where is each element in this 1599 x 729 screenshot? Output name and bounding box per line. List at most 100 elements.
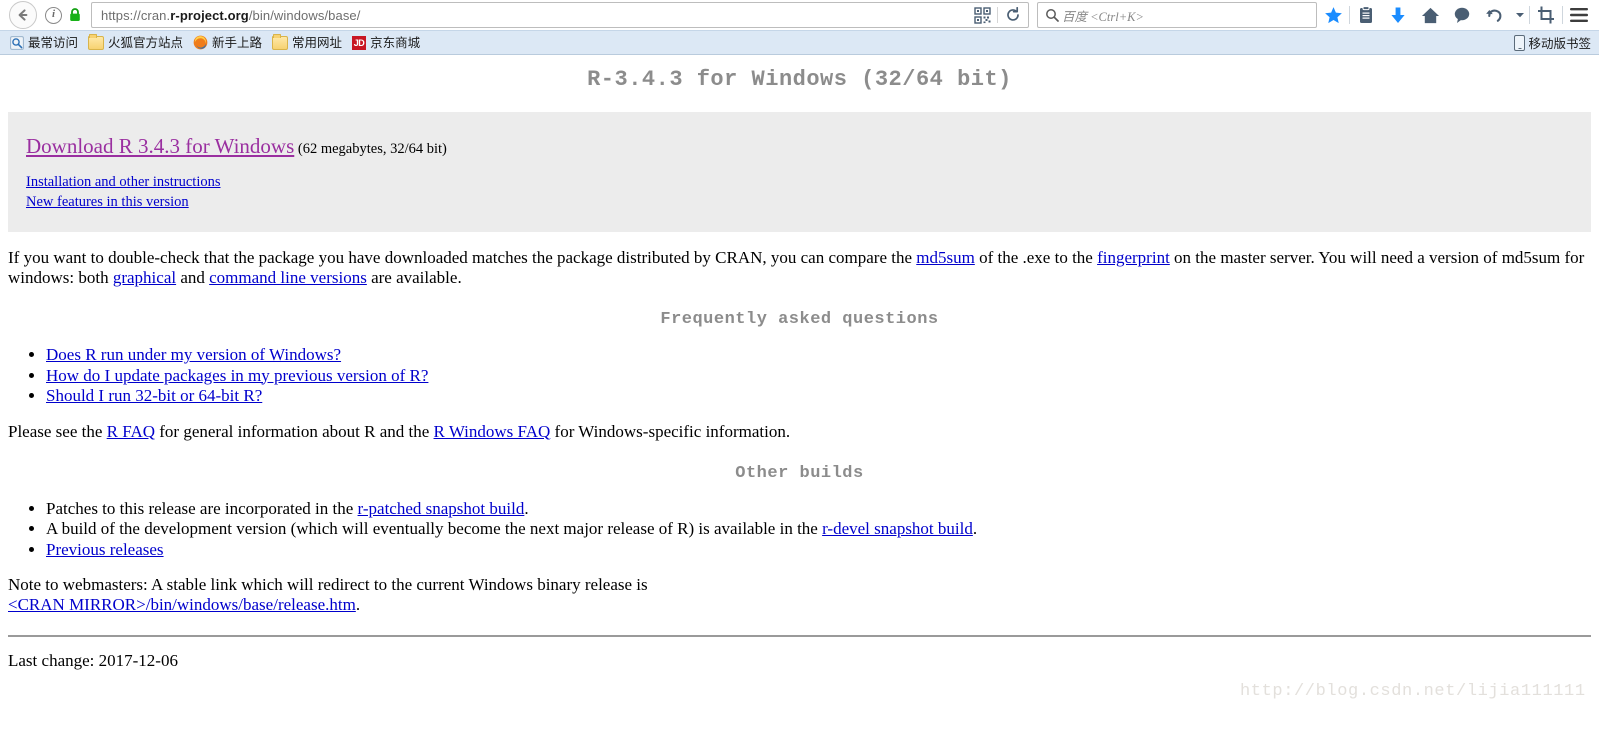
hamburger-menu-icon — [1570, 8, 1588, 22]
faq-text-part-3: for Windows-specific information. — [550, 421, 791, 441]
undo-history-icon — [1485, 9, 1501, 22]
md5-paragraph: If you want to double-check that the pac… — [8, 248, 1591, 288]
r-windows-faq-link[interactable]: R Windows FAQ — [434, 422, 551, 441]
list-item: A build of the development version (whic… — [46, 519, 1591, 539]
bookmark-common-sites[interactable]: 常用网址 — [268, 33, 348, 51]
qr-code-button[interactable] — [967, 3, 997, 27]
url-bar-tools — [967, 3, 1028, 27]
bookmarks-bar: 最常访问 火狐官方站点 新手上路 常用网址 JD 京东商城 移动版书签 — [0, 30, 1599, 55]
toolbar-overflow-button[interactable] — [1510, 1, 1529, 29]
chevron-down-icon — [1515, 13, 1524, 18]
menu-button[interactable] — [1563, 1, 1595, 29]
undo-button[interactable] — [1478, 1, 1510, 29]
devel-text-pre: A build of the development version (whic… — [46, 519, 823, 538]
bookmark-label: 火狐官方站点 — [108, 35, 184, 50]
graphical-link[interactable]: graphical — [113, 268, 176, 287]
qr-code-icon — [973, 6, 991, 24]
download-sub-links: Installation and other instructions New … — [26, 172, 1573, 212]
webmaster-note: Note to webmasters: A stable link which … — [8, 575, 1591, 615]
list-item: Should I run 32-bit or 64-bit R? — [46, 386, 1591, 406]
md5sum-link[interactable]: md5sum — [916, 248, 975, 267]
download-r-link[interactable]: Download R 3.4.3 for Windows — [26, 134, 294, 158]
devel-text-post: . — [972, 519, 978, 538]
r-faq-link[interactable]: R FAQ — [107, 422, 155, 441]
list-item: Previous releases — [46, 540, 1591, 560]
bookmark-jd-mall[interactable]: JD 京东商城 — [348, 35, 426, 51]
faq-paragraph: Please see the R FAQ for general informa… — [8, 422, 1591, 442]
downloads-icon — [1391, 7, 1405, 23]
padlock-secure-icon[interactable] — [68, 7, 82, 23]
page-info-icon[interactable]: i — [45, 6, 62, 24]
bookmark-firefox-official[interactable]: 火狐官方站点 — [84, 33, 189, 51]
most-visited-icon — [10, 35, 24, 50]
navigation-toolbar: i https://cran.r-project.org/bin/windows… — [0, 0, 1599, 30]
faq-heading: Frequently asked questions — [660, 310, 939, 329]
faq-text-part-2: for general information about R and the — [155, 421, 434, 441]
folder-icon — [88, 33, 105, 50]
search-input-placeholder[interactable]: 百度 <Ctrl+K> — [1059, 6, 1144, 25]
screenshot-crop-icon — [1538, 6, 1554, 24]
chat-bubble-icon — [1454, 7, 1470, 23]
jd-icon: JD — [352, 35, 367, 50]
search-bar[interactable]: 百度 <Ctrl+K> — [1037, 2, 1317, 28]
bookmark-label: 京东商城 — [370, 35, 421, 50]
installation-instructions-link[interactable]: Installation and other instructions — [26, 173, 221, 192]
mobile-bookmarks-item[interactable]: 移动版书签 — [1514, 33, 1591, 52]
webmaster-note-line-1: Note to webmasters: A stable link which … — [8, 575, 648, 594]
list-item: How do I update packages in my previous … — [46, 366, 1591, 386]
other-builds-heading: Other builds — [735, 463, 864, 483]
watermark-text: http://blog.csdn.net/lijia111111 — [1240, 682, 1586, 701]
previous-releases-link[interactable]: Previous releases — [46, 540, 164, 559]
downloads-button[interactable] — [1382, 1, 1414, 29]
md5-text-part-4: and — [176, 268, 210, 287]
patched-text-pre: Patches to this release are incorporated… — [46, 498, 358, 518]
back-button[interactable] — [9, 1, 37, 29]
bookmark-star-button[interactable] — [1317, 1, 1349, 29]
back-arrow-icon — [18, 9, 28, 21]
bookmark-star-icon — [1324, 6, 1342, 23]
search-icon — [1046, 9, 1059, 22]
cran-mirror-release-link[interactable]: <CRAN MIRROR>/bin/windows/base/release.h… — [8, 595, 356, 614]
r-devel-snapshot-link[interactable]: r-devel snapshot build — [822, 519, 973, 538]
home-icon — [1421, 7, 1439, 23]
reading-list-icon — [1360, 5, 1372, 23]
faq-link-update-packages[interactable]: How do I update packages in my previous … — [46, 366, 428, 385]
folder-icon — [272, 33, 289, 50]
list-item: Patches to this release are incorporated… — [46, 499, 1591, 519]
faq-link-windows-version[interactable]: Does R run under my version of Windows? — [46, 345, 341, 364]
url-bar[interactable]: https://cran.r-project.org/bin/windows/b… — [91, 2, 1029, 28]
page-title: R-3.4.3 for Windows (32/64 bit) — [587, 67, 1012, 92]
bookmark-getting-started[interactable]: 新手上路 — [189, 34, 268, 51]
md5-text-part-1: If you want to double-check that the pac… — [8, 248, 917, 267]
bookmark-label: 最常访问 — [28, 35, 79, 50]
command-line-versions-link[interactable]: command line versions — [209, 268, 367, 287]
faq-text-part-1: Please see the — [8, 421, 107, 441]
download-size-note: (62 megabytes, 32/64 bit) — [294, 141, 447, 157]
footer-divider — [8, 635, 1591, 637]
bookmark-label: 新手上路 — [212, 35, 263, 50]
home-button[interactable] — [1414, 1, 1446, 29]
last-change-text: Last change: 2017-12-06 — [8, 651, 178, 670]
identity-icons: i — [37, 6, 88, 24]
bookmark-most-visited[interactable]: 最常访问 — [6, 35, 84, 51]
firefox-icon — [193, 35, 208, 50]
browser-chrome: i https://cran.r-project.org/bin/windows… — [0, 0, 1599, 55]
mobile-bookmarks-label: 移动版书签 — [1528, 37, 1591, 51]
other-builds-list: Patches to this release are incorporated… — [8, 499, 1591, 560]
list-item: Does R run under my version of Windows? — [46, 345, 1591, 365]
md5-text-part-2: of the .exe to the — [974, 248, 1098, 267]
download-main-row: Download R 3.4.3 for Windows (62 megabyt… — [26, 134, 1573, 159]
chat-button[interactable] — [1446, 1, 1478, 29]
reading-list-button[interactable] — [1350, 1, 1382, 29]
screenshot-button[interactable] — [1530, 1, 1562, 29]
faq-link-32-or-64-bit[interactable]: Should I run 32-bit or 64-bit R? — [46, 386, 262, 405]
bookmark-label: 常用网址 — [292, 35, 343, 50]
fingerprint-link[interactable]: fingerprint — [1097, 248, 1170, 267]
new-features-link[interactable]: New features in this version — [26, 193, 189, 212]
download-box: Download R 3.4.3 for Windows (62 megabyt… — [8, 112, 1591, 232]
reload-button[interactable] — [998, 3, 1028, 27]
mobile-phone-icon — [1514, 34, 1526, 51]
page-content: R-3.4.3 for Windows (32/64 bit) Download… — [0, 67, 1599, 671]
r-patched-snapshot-link[interactable]: r-patched snapshot build — [358, 499, 525, 518]
url-text: https://cran.r-project.org/bin/windows/b… — [101, 7, 361, 23]
